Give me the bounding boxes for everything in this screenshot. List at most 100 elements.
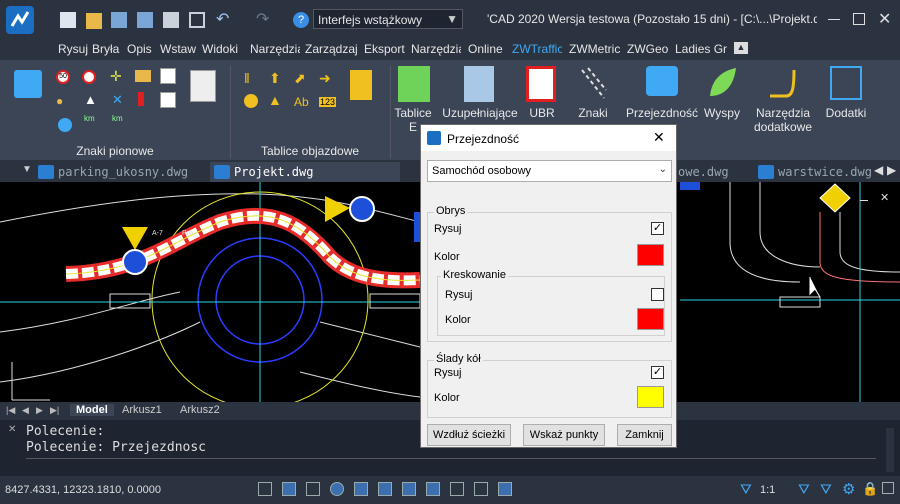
new-file-icon[interactable] xyxy=(60,12,76,28)
km-icon-2[interactable]: km xyxy=(112,114,123,123)
arrow-diag-icon[interactable]: ⬈ xyxy=(294,70,306,87)
car-panel-icon[interactable] xyxy=(14,70,42,98)
menu-rysuj[interactable]: Rysuj xyxy=(58,42,88,56)
wyspy-icon[interactable] xyxy=(706,66,738,100)
annotation-visibility-icon[interactable]: ⛛ xyxy=(798,481,810,498)
traffic-light-icon[interactable] xyxy=(138,92,144,106)
wyspy-button[interactable]: Wyspy xyxy=(700,106,744,120)
menu-zarzadzaj[interactable]: Zarządzaj xyxy=(305,42,357,56)
polar-icon[interactable] xyxy=(330,482,344,496)
first-layout-icon[interactable]: |◀ xyxy=(6,405,15,416)
number-icon[interactable]: 123 xyxy=(319,97,337,107)
obrys-color-swatch[interactable] xyxy=(637,244,664,266)
przejezdnosc-icon[interactable] xyxy=(646,66,678,96)
workspace-select[interactable]: Interfejs wstążkowy ▼ xyxy=(313,9,463,29)
tab-parking-ukosny[interactable]: parking_ukosny.dwg xyxy=(34,162,204,182)
kreskowanie-rysuj-checkbox[interactable] xyxy=(651,288,664,301)
menu-zwtraffic[interactable]: ZWTraffic xyxy=(512,42,562,56)
sign-post-icon[interactable] xyxy=(135,70,151,82)
lineweight-icon[interactable] xyxy=(426,482,440,496)
circle-sign-icon[interactable] xyxy=(244,94,258,108)
arrow-right-icon[interactable]: ➜ xyxy=(319,70,331,87)
crosshair-icon[interactable]: ✛ xyxy=(110,68,122,85)
no-entry-icon[interactable] xyxy=(82,70,96,84)
close-icon[interactable]: ✕ xyxy=(878,9,891,29)
selection-cycling-icon[interactable] xyxy=(474,482,488,496)
help-icon[interactable]: ? xyxy=(293,12,309,28)
tab-scroll-right-icon[interactable]: ▶ xyxy=(887,163,896,177)
przejezdnosc-button[interactable]: Przejezdność xyxy=(624,106,700,120)
menu-bryla[interactable]: Bryła xyxy=(92,42,119,56)
annotation-scale-icon[interactable]: ⛛ xyxy=(740,481,752,498)
osnap-icon[interactable] xyxy=(354,482,368,496)
undo-icon[interactable]: ↶ xyxy=(216,9,229,29)
tab-warstwice[interactable]: warstwice.dwg xyxy=(754,162,872,182)
menu-widoki[interactable]: Widoki xyxy=(202,42,238,56)
redo-icon[interactable]: ↷ xyxy=(256,9,269,29)
narzedzia-dodatkowe-button[interactable]: Narzędzia xyxy=(746,106,820,120)
fullscreen-icon[interactable] xyxy=(882,482,894,494)
maximize-icon[interactable] xyxy=(853,13,865,25)
otrack-icon[interactable] xyxy=(378,482,392,496)
pick-points-button[interactable]: Wskaż punkty xyxy=(523,424,605,446)
tablice-e-icon[interactable] xyxy=(398,66,430,102)
tab-scroll-left-icon[interactable]: ◀ xyxy=(874,163,883,177)
dialog-close-icon[interactable]: ✕ xyxy=(653,129,665,146)
menu-narzedzia[interactable]: Narzędzia xyxy=(250,42,300,56)
zoom-extents-icon[interactable] xyxy=(189,12,205,28)
minimize-icon[interactable] xyxy=(828,19,840,20)
uzupelniajace-icon[interactable] xyxy=(464,66,494,102)
dodatki-button[interactable]: Dodatki xyxy=(820,106,872,120)
tab-arkusz2[interactable]: Arkusz2 xyxy=(180,404,220,416)
ortho-icon[interactable] xyxy=(306,482,320,496)
slady-color-swatch[interactable] xyxy=(637,386,664,408)
roundabout-icon[interactable] xyxy=(58,118,72,132)
menu-opis[interactable]: Opis xyxy=(127,42,152,56)
gfx-sign-icon[interactable] xyxy=(160,68,176,84)
settings-gear-icon[interactable]: ⚙ xyxy=(842,480,855,498)
menu-online[interactable]: Online xyxy=(468,42,503,56)
dots-icon[interactable]: ● xyxy=(56,94,70,108)
uzupelniajace-button[interactable]: Uzupełniające xyxy=(440,106,520,120)
dodatki-icon[interactable] xyxy=(830,66,862,100)
menu-zwgeo[interactable]: ZWGeo xyxy=(627,42,668,56)
grid-icon[interactable] xyxy=(258,482,272,496)
warning-icon[interactable]: ▲ xyxy=(84,92,97,107)
ubr-button[interactable]: UBR xyxy=(520,106,564,120)
save-as-icon[interactable] xyxy=(137,12,153,28)
print-icon[interactable] xyxy=(163,12,179,28)
dynamic-input-icon[interactable] xyxy=(402,482,416,496)
menu-narzedzia-2[interactable]: Narzędzia xyxy=(411,42,461,56)
snap-icon[interactable] xyxy=(282,482,296,496)
along-path-button[interactable]: Wzdłuż ścieżki xyxy=(427,424,511,446)
sign-board-icon[interactable] xyxy=(190,70,216,102)
kreskowanie-color-swatch[interactable] xyxy=(637,308,664,330)
cmd-scrollbar[interactable] xyxy=(886,428,894,472)
command-input[interactable] xyxy=(26,458,876,474)
open-folder-icon[interactable] xyxy=(86,13,102,29)
slady-rysuj-checkbox[interactable]: ✓ xyxy=(651,366,664,379)
tab-list-icon[interactable]: ▼ xyxy=(22,164,32,175)
save-icon[interactable] xyxy=(111,12,127,28)
last-layout-icon[interactable]: ▶| xyxy=(50,405,59,416)
cross-icon[interactable]: ✕ xyxy=(112,92,123,108)
km-icon[interactable]: km xyxy=(84,114,95,123)
cmd-close-icon[interactable]: ✕ xyxy=(8,424,16,435)
speed-limit-icon[interactable]: 50 xyxy=(56,70,70,84)
menu-wstaw[interactable]: Wstaw xyxy=(160,42,196,56)
znaki-button[interactable]: Znaki xyxy=(570,106,616,120)
ubr-icon[interactable] xyxy=(526,66,556,102)
prev-layout-icon[interactable]: ◀ xyxy=(22,405,29,416)
canvas-minimize-icon[interactable] xyxy=(860,200,868,201)
menu-eksport[interactable]: Eksport xyxy=(364,42,405,56)
auto-scale-icon[interactable]: ⛛ xyxy=(820,481,832,498)
vehicle-select[interactable]: Samochód osobowy ⌄ xyxy=(427,160,672,182)
arrow-up-icon[interactable]: ⬆ xyxy=(269,70,281,87)
next-layout-icon[interactable]: ▶ xyxy=(36,405,43,416)
dialog-titlebar[interactable]: Przejezdność ✕ xyxy=(421,125,676,151)
lock-icon[interactable]: 🔒 xyxy=(862,481,878,497)
tab-owe[interactable]: owe.dwg xyxy=(678,162,748,182)
text-ab-icon[interactable]: Ab xyxy=(294,95,309,109)
tablice-e-button[interactable]: Tablice xyxy=(388,106,438,120)
annotation-icon[interactable] xyxy=(498,482,512,496)
